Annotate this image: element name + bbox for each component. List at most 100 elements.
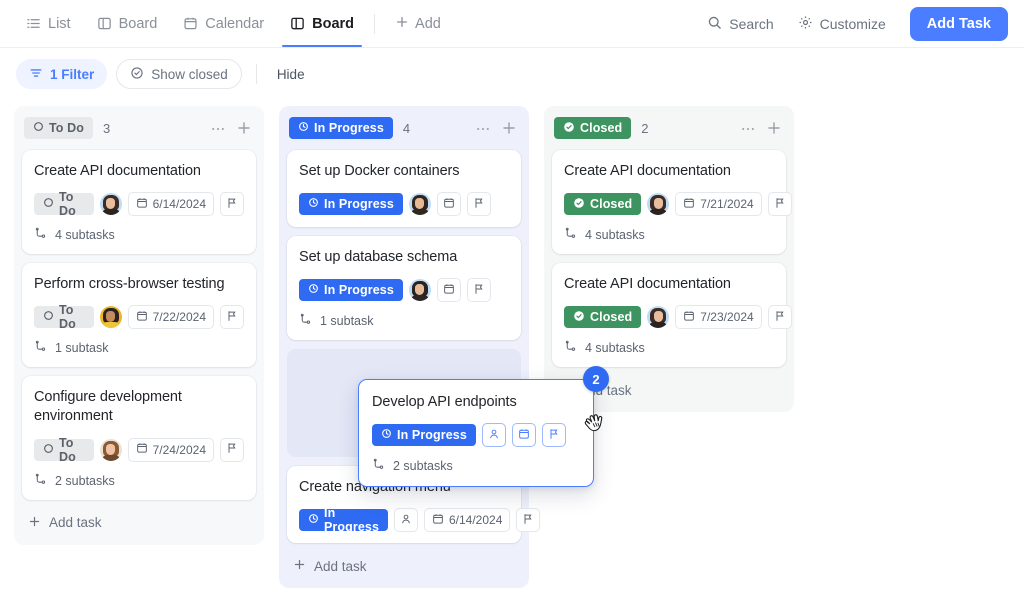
priority-flag-chip[interactable] (767, 305, 792, 330)
due-date-chip[interactable]: 7/21/2024 (675, 192, 762, 217)
subtask-label: 4 subtasks (585, 228, 645, 243)
subtask-row: 4 subtasks (564, 227, 774, 243)
hide-button[interactable]: Hide (271, 67, 311, 82)
avatar[interactable] (647, 193, 670, 216)
priority-flag-chip[interactable] (466, 278, 491, 303)
add-task-button[interactable]: Add Task (909, 6, 1008, 41)
task-status-pill[interactable]: In Progress (299, 193, 403, 216)
add-card-icon[interactable] (236, 120, 252, 136)
add-card-icon[interactable] (766, 120, 782, 136)
drag-count-badge: 2 (583, 366, 609, 392)
task-card[interactable]: Set up Docker containers In Progress (287, 150, 521, 228)
task-status-pill[interactable]: To Do (34, 190, 94, 218)
more-options-icon[interactable] (740, 120, 756, 136)
circle-icon (43, 310, 54, 324)
more-options-icon[interactable] (475, 120, 491, 136)
column-todo-status-label: To Do (49, 121, 84, 135)
task-card[interactable]: Configure development environment To Do … (22, 376, 256, 500)
dragged-task-status-pill[interactable]: In Progress (372, 424, 476, 447)
task-status-pill[interactable]: To Do (34, 435, 94, 464)
column-todo-status-pill[interactable]: To Do (24, 117, 93, 139)
subtask-label: 4 subtasks (55, 228, 115, 243)
tab-board-2-label: Board (312, 15, 355, 32)
show-closed-chip[interactable]: Show closed (116, 59, 242, 89)
task-status-label: In Progress (324, 506, 379, 535)
due-date-chip[interactable]: 6/14/2024 (127, 192, 214, 217)
circle-icon (43, 197, 54, 211)
assignee-chip[interactable] (481, 423, 506, 448)
task-card[interactable]: Create API documentation Closed 7/23/202… (552, 263, 792, 368)
add-card-icon[interactable] (501, 120, 517, 136)
tab-board-2[interactable]: Board (278, 0, 366, 47)
tab-list[interactable]: List (14, 0, 83, 47)
gear-icon (798, 15, 813, 33)
column-closed-status-pill[interactable]: Closed (554, 117, 632, 139)
due-date-chip[interactable] (436, 278, 461, 303)
due-date-chip[interactable]: 6/14/2024 (423, 508, 511, 533)
top-actions: Search Customize Add Task (697, 6, 1008, 41)
subtask-row: 1 subtask (34, 340, 244, 356)
grabbing-hand-cursor (583, 410, 609, 443)
task-status-label: To Do (59, 435, 76, 464)
more-options-icon[interactable] (210, 120, 226, 136)
clock-icon (298, 121, 309, 135)
circle-icon (33, 121, 44, 135)
task-status-pill[interactable]: In Progress (299, 506, 388, 535)
assignee-chip[interactable] (393, 508, 418, 533)
task-status-pill[interactable]: In Progress (299, 279, 403, 302)
dragged-task-status-label: In Progress (397, 428, 467, 443)
task-card[interactable]: Create API documentation To Do 6/14/2024 (22, 150, 256, 255)
task-card[interactable]: Perform cross-browser testing To Do 7/22… (22, 263, 256, 368)
filter-chip[interactable]: 1 Filter (16, 59, 108, 89)
add-view-button[interactable]: Add (383, 15, 453, 33)
tab-divider (374, 13, 376, 34)
avatar[interactable] (647, 306, 670, 329)
column-todo-actions (210, 120, 252, 136)
view-tabs: List Board Calendar Board Add (14, 0, 453, 48)
flag-icon (522, 513, 534, 528)
avatar[interactable] (408, 279, 431, 302)
dragged-task-card[interactable]: Develop API endpoints In Progress 2 subt… (358, 379, 594, 488)
due-date-chip[interactable] (511, 423, 536, 448)
subtask-row: 4 subtasks (34, 227, 244, 243)
column-closed-status-label: Closed (580, 121, 623, 135)
task-card-meta: In Progress (299, 278, 509, 303)
top-navigation-bar: List Board Calendar Board Add Search Cus… (0, 0, 1024, 48)
task-card-meta: In Progress (299, 192, 509, 217)
priority-flag-chip[interactable] (220, 437, 244, 462)
task-status-pill[interactable]: Closed (564, 193, 642, 216)
avatar[interactable] (99, 306, 122, 329)
task-status-pill[interactable]: Closed (564, 306, 642, 329)
tab-board-1[interactable]: Board (85, 0, 170, 47)
due-date-chip[interactable] (436, 192, 461, 217)
due-date-chip[interactable]: 7/23/2024 (675, 305, 762, 330)
calendar-icon (136, 442, 148, 457)
filter-divider (255, 64, 257, 84)
priority-flag-chip[interactable] (220, 192, 244, 217)
avatar[interactable] (408, 193, 431, 216)
priority-flag-chip[interactable] (541, 423, 566, 448)
column-in-progress-status-pill[interactable]: In Progress (289, 117, 393, 139)
priority-flag-chip[interactable] (466, 192, 491, 217)
due-date-chip[interactable]: 7/24/2024 (127, 437, 214, 462)
avatar[interactable] (99, 193, 122, 216)
task-status-label: In Progress (324, 197, 394, 212)
priority-flag-chip[interactable] (220, 305, 244, 330)
due-date-chip[interactable]: 7/22/2024 (127, 305, 214, 330)
add-task-link-in-progress[interactable]: Add task (287, 552, 521, 578)
task-status-pill[interactable]: To Do (34, 303, 94, 331)
task-card[interactable]: Create API documentation Closed 7/21/202… (552, 150, 792, 255)
tab-calendar[interactable]: Calendar (171, 0, 276, 47)
customize-button[interactable]: Customize (788, 8, 896, 40)
task-card[interactable]: Set up database schema In Progress 1 sub… (287, 236, 521, 341)
search-button[interactable]: Search (697, 8, 783, 40)
priority-flag-chip[interactable] (767, 192, 792, 217)
add-task-link-todo[interactable]: Add task (22, 509, 256, 535)
task-card-meta: To Do 7/22/2024 (34, 303, 244, 331)
check-circle-icon (563, 121, 575, 136)
priority-flag-chip[interactable] (516, 508, 541, 533)
plus-icon (293, 558, 306, 574)
avatar[interactable] (99, 438, 122, 461)
task-card-meta: In Progress 6/14/2024 (299, 506, 541, 535)
task-status-label: Closed (590, 197, 633, 212)
